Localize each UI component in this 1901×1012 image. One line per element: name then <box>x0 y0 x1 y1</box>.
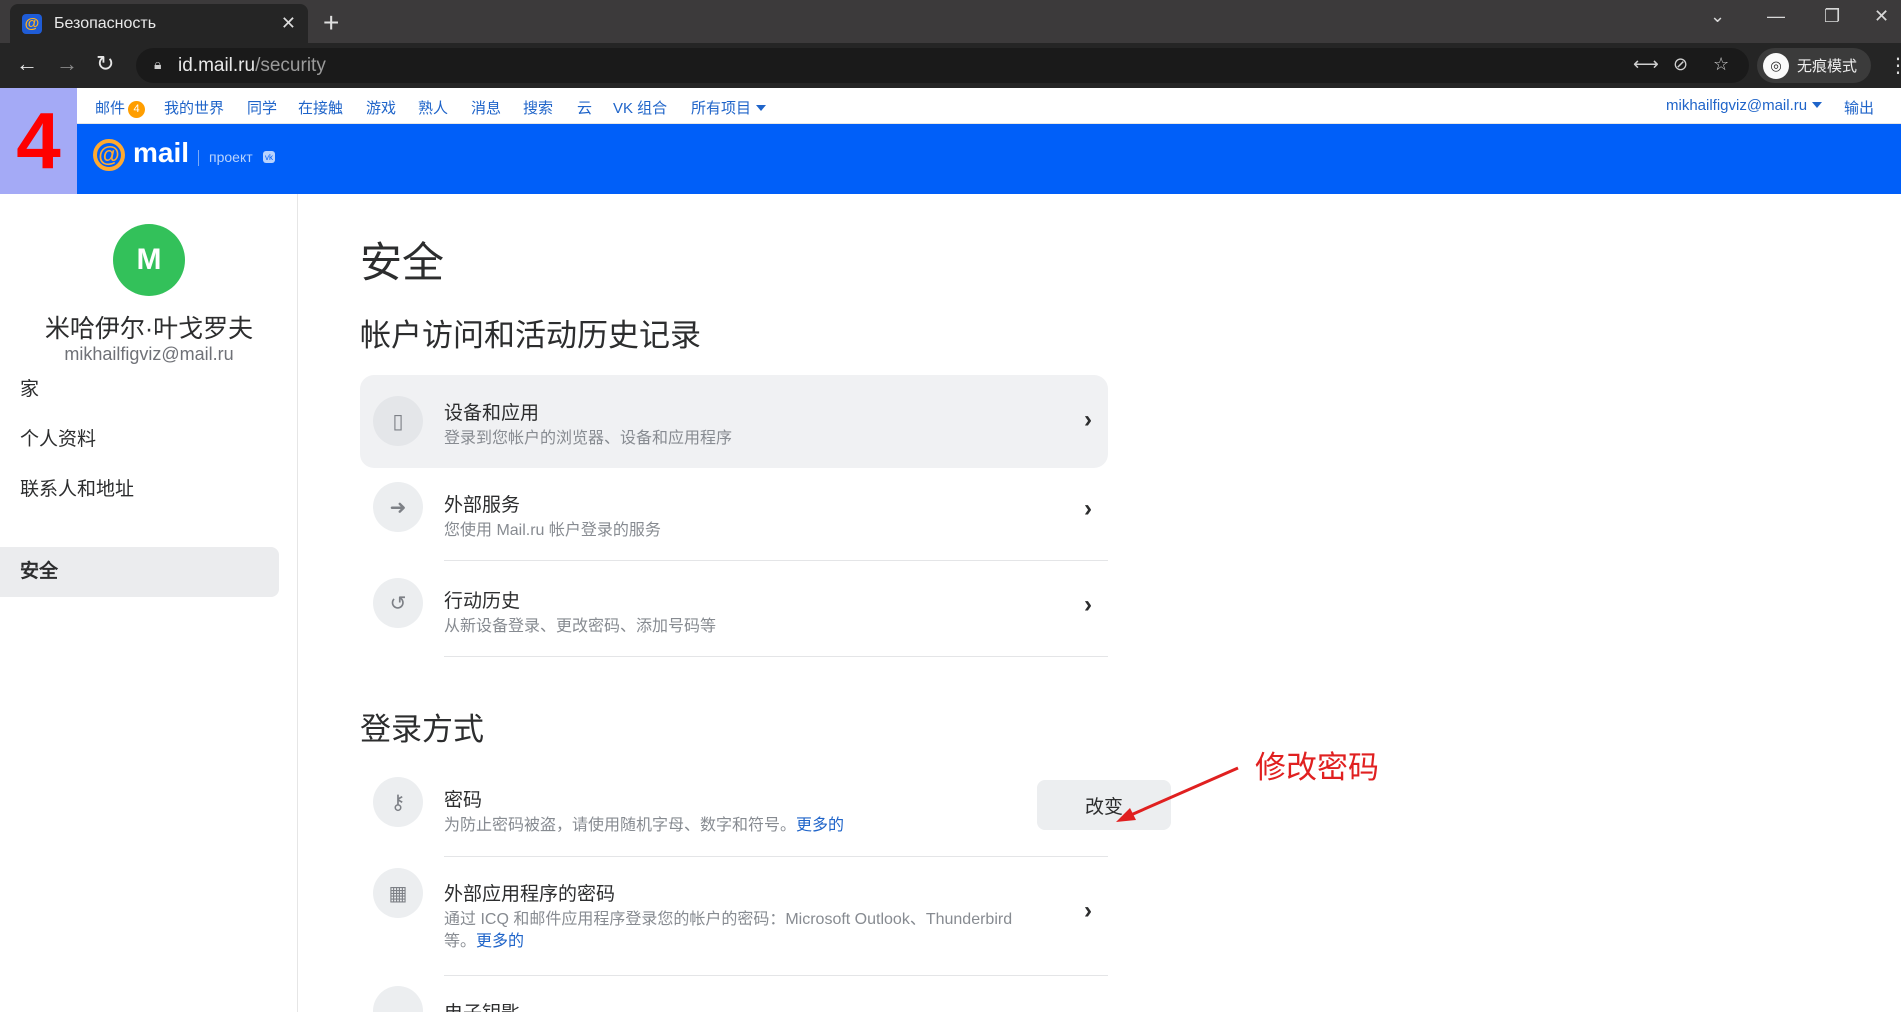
section-title-login-methods: 登录方式 <box>360 712 484 747</box>
password-hint: 为防止密码被盗，请使用随机字母、数字和符号。 <box>444 817 797 834</box>
portal-link-vk-combo[interactable]: VK 组合 <box>613 97 667 118</box>
portal-link-label: 邮件 <box>95 100 126 117</box>
url-text[interactable]: id.mail.ru/security <box>178 55 326 77</box>
portal-link-games[interactable]: 游戏 <box>366 97 396 118</box>
mail-favicon-icon: @ <box>22 13 42 34</box>
restore-icon[interactable]: ❐ <box>1824 6 1840 27</box>
eye-off-icon[interactable]: ⊘ <box>1673 54 1688 75</box>
browser-tab[interactable]: @ Безопасность ✕ <box>10 4 308 43</box>
logo-separator <box>198 150 199 166</box>
browser-menu-icon[interactable]: ⋮ <box>1888 53 1901 78</box>
row-title: 外部应用程序的密码 <box>444 884 616 905</box>
row-external-services[interactable]: ➜ 外部服务 您使用 Mail.ru 帐户登录的服务 › <box>360 473 1108 561</box>
new-tab-button[interactable]: + <box>323 7 339 39</box>
step-number-badge: 4 <box>0 88 77 194</box>
portal-link-dating[interactable]: 熟人 <box>418 97 448 118</box>
tab-search-icon[interactable]: ⌄ <box>1710 6 1725 27</box>
sidebar: M 米哈伊尔·叶戈罗夫 mikhailfigviz@mail.ru 家 个人资料… <box>0 194 298 1012</box>
row-action-history[interactable]: ↺ 行动历史 从新设备登录、更改密码、添加号码等 › <box>360 561 1108 657</box>
row-app-passwords[interactable]: ▦ 外部应用程序的密码 通过 ICQ 和邮件应用程序登录您的帐户的密码：Micr… <box>360 857 1108 976</box>
portal-link-cloud[interactable]: 云 <box>577 97 592 118</box>
row-title: 设备和应用 <box>444 403 540 424</box>
incognito-indicator[interactable]: ◎ 无痕模式 <box>1757 48 1872 83</box>
row-title: 外部服务 <box>444 495 521 516</box>
chevron-right-icon: › <box>1084 406 1092 433</box>
vk-logo-icon: vk <box>263 151 275 163</box>
tab-title: Безопасность <box>54 14 157 32</box>
annotation-arrow <box>1116 766 1239 822</box>
row-subtitle: 为防止密码被盗，请使用随机字母、数字和符号。更多的 <box>444 815 1024 837</box>
close-tab-icon[interactable]: ✕ <box>281 13 296 34</box>
mail-count-badge: 4 <box>128 101 146 118</box>
sidebar-item-contacts[interactable]: 联系人和地址 <box>0 465 279 515</box>
row-divider <box>444 656 1108 657</box>
portal-link-search[interactable]: 搜索 <box>523 97 553 118</box>
arrow-right-icon: ➜ <box>373 482 423 532</box>
phone-icon: ▯ <box>373 396 423 446</box>
reload-icon[interactable]: ↻ <box>96 51 114 77</box>
forward-icon[interactable]: → <box>56 51 78 77</box>
history-icon: ↺ <box>373 578 423 628</box>
row-title: 电子钥匙 <box>444 998 520 1012</box>
row-password: ⚷ 密码 为防止密码被盗，请使用随机字母、数字和符号。更多的 改变 <box>360 760 1171 857</box>
back-icon[interactable]: ← <box>16 51 38 77</box>
mail-logo-icon[interactable]: @ <box>93 139 125 171</box>
lock-icon[interactable]: 🔒︎ <box>154 56 161 73</box>
mail-logo-text[interactable]: mail <box>133 137 189 169</box>
user-name: 米哈伊尔·叶戈罗夫 <box>44 315 254 343</box>
url-host: id.mail.ru <box>178 55 256 76</box>
row-subtitle: 您使用 Mail.ru 帐户登录的服务 <box>444 522 661 539</box>
sidebar-item-security[interactable]: 安全 <box>0 547 279 597</box>
row-devices-apps[interactable]: ▯ 设备和应用 登录到您帐户的浏览器、设备和应用程序 › <box>360 375 1108 468</box>
browser-toolbar: ← → ↻ 🔒︎ id.mail.ru/security ⟷ ⊘ ☆ ◎ 无痕模… <box>0 43 1901 88</box>
section-title-access: 帐户访问和活动历史记录 <box>360 318 701 353</box>
more-link[interactable]: 更多的 <box>796 817 844 834</box>
portal-nav: 邮件 4 我的世界 同学 在接触 游戏 熟人 消息 搜索 云 VK 组合 所有项目… <box>0 88 1901 124</box>
minimize-icon[interactable]: — <box>1767 6 1785 27</box>
brand-header: @ mail проект vk <box>0 124 1901 194</box>
sidebar-item-profile[interactable]: 个人资料 <box>0 415 279 465</box>
chevron-right-icon: › <box>1084 897 1092 924</box>
row-subtitle: 登录到您帐户的浏览器、设备和应用程序 <box>444 430 733 447</box>
main-content: 安全 帐户访问和活动历史记录 ▯ 设备和应用 登录到您帐户的浏览器、设备和应用程… <box>298 194 1901 1012</box>
portal-link-myworld[interactable]: 我的世界 <box>164 97 224 118</box>
row-subtitle: 通过 ICQ 和邮件应用程序登录您的帐户的密码：Microsoft Outloo… <box>444 909 1024 953</box>
page-title: 安全 <box>360 239 445 286</box>
chevron-right-icon: › <box>1084 591 1092 618</box>
portal-link-news[interactable]: 消息 <box>471 97 501 118</box>
address-bar[interactable]: 🔒︎ id.mail.ru/security ⟷ ⊘ ☆ <box>136 48 1749 83</box>
row-title: 行动历史 <box>444 591 521 612</box>
app-password-hint: 通过 ICQ 和邮件应用程序登录您的帐户的密码：Microsoft Outloo… <box>444 911 1013 950</box>
incognito-icon: ◎ <box>1763 52 1789 79</box>
incognito-label: 无痕模式 <box>1797 58 1858 75</box>
bookmark-star-icon[interactable]: ☆ <box>1713 54 1729 75</box>
translate-icon[interactable]: ⟷ <box>1633 54 1659 75</box>
avatar[interactable]: M <box>113 224 185 296</box>
portal-link-vk[interactable]: 在接触 <box>298 97 343 118</box>
logo-project-text: проект <box>209 149 253 165</box>
partial-row-icon <box>373 986 423 1012</box>
portal-link-all-projects[interactable]: 所有项目 <box>691 97 766 118</box>
grid-icon: ▦ <box>373 868 423 918</box>
row-title: 密码 <box>444 790 483 811</box>
sidebar-item-home[interactable]: 家 <box>0 365 279 415</box>
browser-titlebar: @ Безопасность ✕ + ⌄ — ❐ ✕ <box>0 0 1901 43</box>
row-partial[interactable]: 电子钥匙 <box>360 976 1108 1012</box>
account-menu[interactable]: mikhailfigviz@mail.ru <box>1666 97 1822 114</box>
user-email: mikhailfigviz@mail.ru <box>64 344 234 364</box>
portal-link-ok[interactable]: 同学 <box>247 97 277 118</box>
key-icon: ⚷ <box>373 777 423 827</box>
more-link[interactable]: 更多的 <box>476 933 524 950</box>
chevron-right-icon: › <box>1084 495 1092 522</box>
annotation-label: 修改密码 <box>1255 750 1379 786</box>
close-window-icon[interactable]: ✕ <box>1874 6 1889 27</box>
portal-link-mail[interactable]: 邮件 4 <box>95 97 146 118</box>
logout-link[interactable]: 输出 <box>1844 97 1874 118</box>
url-path: /security <box>255 55 326 76</box>
row-subtitle: 从新设备登录、更改密码、添加号码等 <box>444 618 717 635</box>
